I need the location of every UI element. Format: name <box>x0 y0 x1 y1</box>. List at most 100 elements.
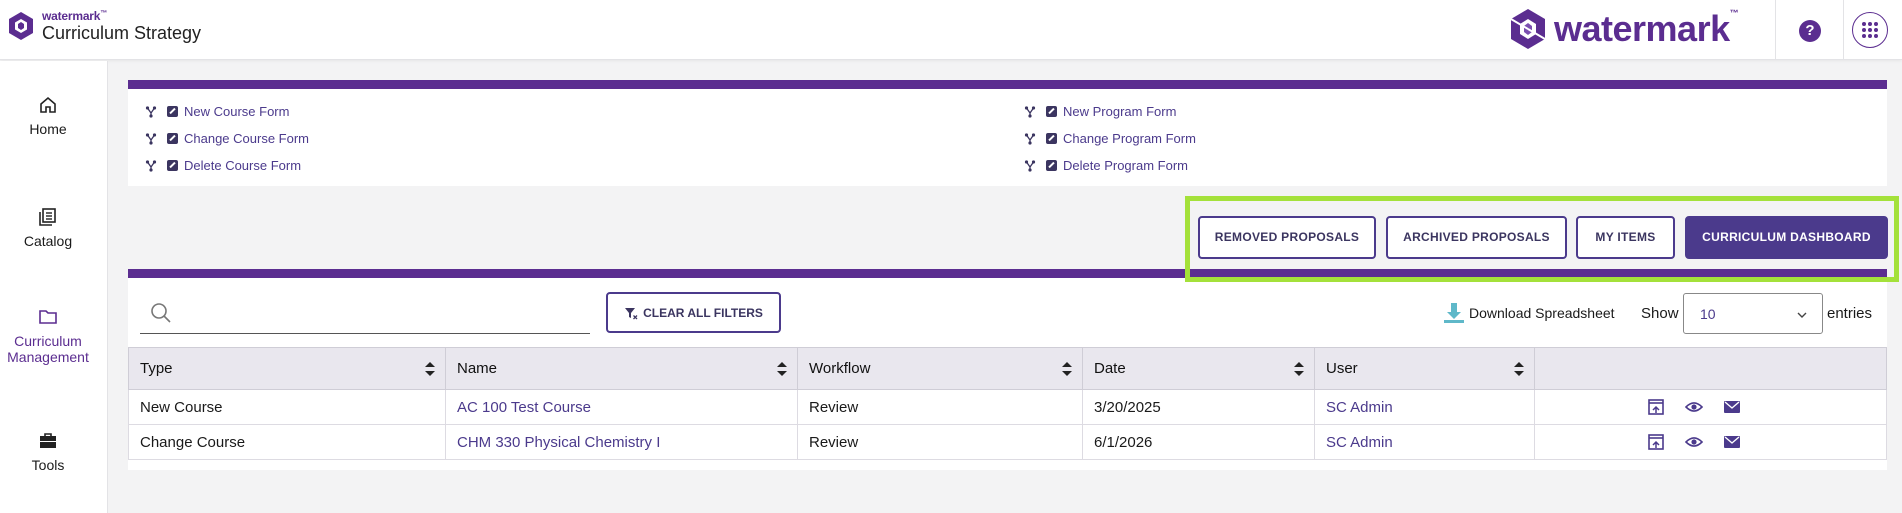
column-header-type[interactable]: Type <box>128 347 446 390</box>
logo-word: watermark <box>1554 8 1730 49</box>
entries-label: entries <box>1827 305 1873 322</box>
open-proposal-icon[interactable] <box>1647 398 1665 416</box>
toolbox-icon <box>40 433 56 448</box>
sort-icon <box>777 362 787 376</box>
download-label: Download Spreadsheet <box>1469 305 1615 321</box>
sort-icon <box>1294 362 1304 376</box>
cell-date: 6/1/2026 <box>1082 424 1315 460</box>
user-link[interactable]: SC Admin <box>1314 424 1535 460</box>
change-program-form-link[interactable]: Change Program Form <box>1024 131 1196 146</box>
cell-workflow: Review <box>797 424 1083 460</box>
brand-small-text: watermark <box>42 9 101 23</box>
app-launcher-icon[interactable] <box>1852 12 1888 48</box>
workflow-icon <box>145 132 157 145</box>
product-name: Curriculum Strategy <box>42 23 202 43</box>
user-link[interactable]: SC Admin <box>1314 389 1535 425</box>
cell-actions <box>1534 389 1887 425</box>
search-icon <box>151 303 171 323</box>
top-header: watermark™ Curriculum Strategy watermark… <box>0 0 1902 60</box>
sidebar-item-catalog[interactable]: Catalog <box>0 207 96 249</box>
sort-icon <box>1062 362 1072 376</box>
edit-form-icon <box>1046 133 1057 144</box>
open-proposal-icon[interactable] <box>1647 433 1665 451</box>
workflow-icon <box>145 105 157 118</box>
workflow-icon <box>1024 159 1036 172</box>
new-course-form-link[interactable]: New Course Form <box>145 104 289 119</box>
edit-form-icon <box>167 160 178 171</box>
download-icon <box>1444 303 1464 323</box>
forms-panel <box>128 80 1887 186</box>
folder-icon <box>39 310 57 324</box>
form-link-label: New Program Form <box>1063 104 1177 119</box>
workflow-icon <box>1024 105 1036 118</box>
sidebar-item-label: Tools <box>31 457 65 473</box>
proposals-table: Type Name Workflow Date User New Course … <box>128 347 1887 460</box>
column-header-label: Type <box>140 360 173 377</box>
column-header-label: Date <box>1094 360 1126 377</box>
proposal-name-link[interactable]: CHM 330 Physical Chemistry I <box>445 424 798 460</box>
sidebar-item-tools[interactable]: Tools <box>0 431 96 473</box>
my-items-button[interactable]: MY ITEMS <box>1576 216 1675 259</box>
form-link-label: Change Program Form <box>1063 131 1196 146</box>
entries-select[interactable]: 10 <box>1683 293 1823 334</box>
change-course-form-link[interactable]: Change Course Form <box>145 131 309 146</box>
view-icon[interactable] <box>1685 398 1703 416</box>
sidebar-item-label: Catalog <box>23 233 73 249</box>
catalog-icon <box>39 208 56 226</box>
form-link-label: Delete Program Form <box>1063 158 1188 173</box>
cell-type: New Course <box>128 389 446 425</box>
edit-form-icon <box>1046 160 1057 171</box>
entries-select-value: 10 <box>1700 306 1716 322</box>
new-program-form-link[interactable]: New Program Form <box>1024 104 1176 119</box>
view-icon[interactable] <box>1685 433 1703 451</box>
column-header-date[interactable]: Date <box>1082 347 1315 390</box>
curriculum-dashboard-button[interactable]: CURRICULUM DASHBOARD <box>1685 216 1888 259</box>
delete-program-form-link[interactable]: Delete Program Form <box>1024 158 1188 173</box>
search-box <box>140 292 590 334</box>
table-row: New Course AC 100 Test Course Review 3/2… <box>128 389 1887 425</box>
column-header-label: Workflow <box>809 360 871 377</box>
clear-all-filters-button[interactable]: CLEAR ALL FILTERS <box>606 292 781 333</box>
column-header-actions <box>1534 347 1887 390</box>
help-icon[interactable]: ? <box>1799 20 1821 42</box>
home-icon <box>40 96 56 113</box>
table-row: Change Course CHM 330 Physical Chemistry… <box>128 424 1887 460</box>
proposal-name-link[interactable]: AC 100 Test Course <box>445 389 798 425</box>
form-link-label: New Course Form <box>184 104 290 119</box>
form-link-label: Delete Course Form <box>184 158 302 173</box>
brand-trademark: ™ <box>100 10 108 17</box>
workflow-icon <box>145 159 157 172</box>
email-icon[interactable] <box>1723 398 1741 416</box>
edit-form-icon <box>167 106 178 117</box>
table-header-row: Type Name Workflow Date User <box>128 347 1887 390</box>
archived-proposals-button[interactable]: ARCHIVED PROPOSALS <box>1386 216 1567 259</box>
brand[interactable]: watermark™ Curriculum Strategy <box>6 10 201 42</box>
header-divider <box>1843 0 1844 60</box>
edit-form-icon <box>167 133 178 144</box>
logo-trademark: ™ <box>1729 8 1739 18</box>
search-input[interactable] <box>184 300 580 326</box>
column-header-workflow[interactable]: Workflow <box>797 347 1083 390</box>
chevron-down-icon <box>1797 312 1807 318</box>
sidebar-item-label: Curriculum Management <box>7 333 89 365</box>
email-icon[interactable] <box>1723 433 1741 451</box>
sort-icon <box>1514 362 1524 376</box>
watermark-mark-icon <box>1510 9 1546 49</box>
column-header-user[interactable]: User <box>1314 347 1535 390</box>
download-spreadsheet-link[interactable]: Download Spreadsheet <box>1443 302 1615 324</box>
header-divider <box>1775 0 1776 60</box>
delete-course-form-link[interactable]: Delete Course Form <box>145 158 301 173</box>
column-header-label: User <box>1326 360 1358 377</box>
removed-proposals-button[interactable]: REMOVED PROPOSALS <box>1198 216 1376 259</box>
show-label: Show <box>1641 305 1679 322</box>
workflow-icon <box>1024 132 1036 145</box>
sidebar-item-curriculum-management[interactable]: Curriculum Management <box>0 307 96 365</box>
form-link-label: Change Course Form <box>184 131 309 146</box>
cell-type: Change Course <box>128 424 446 460</box>
column-header-name[interactable]: Name <box>445 347 798 390</box>
sort-icon <box>425 362 435 376</box>
cell-actions <box>1534 424 1887 460</box>
sidebar-item-home[interactable]: Home <box>0 95 96 137</box>
sidebar: Home Catalog Curriculum Management Tools <box>0 61 108 513</box>
watermark-logo-icon <box>9 12 33 40</box>
